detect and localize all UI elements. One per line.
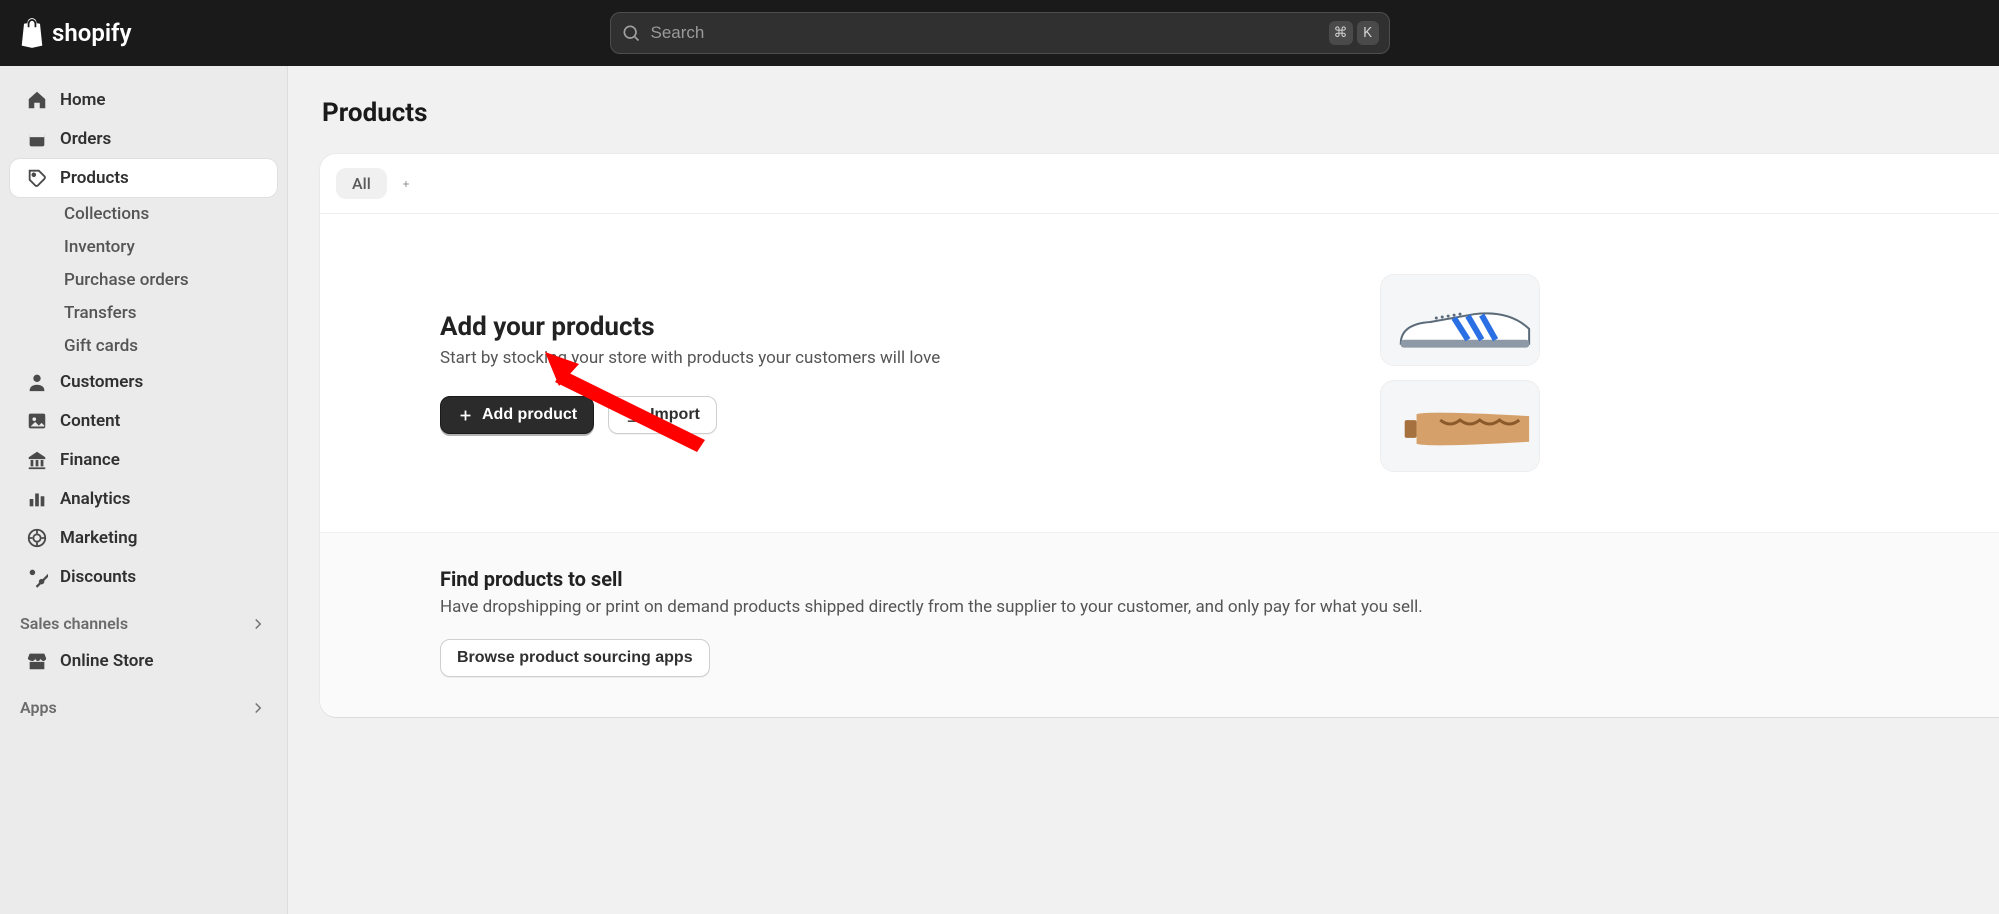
kbd-k: K — [1357, 21, 1379, 45]
sidebar-sub-transfers[interactable]: Transfers — [10, 297, 277, 329]
search-input[interactable] — [651, 23, 1319, 43]
button-label: Add product — [482, 406, 577, 424]
chevron-right-icon — [249, 699, 267, 717]
image-icon — [26, 410, 48, 432]
sidebar-section-apps[interactable]: Apps — [0, 690, 287, 725]
sneaker-icon — [1381, 274, 1539, 366]
sidebar-sub-giftcards[interactable]: Gift cards — [10, 330, 277, 362]
button-label: Import — [650, 406, 700, 424]
sidebar-item-label: Analytics — [60, 489, 130, 509]
brand-logo[interactable]: shopify — [18, 17, 132, 49]
plus-icon — [401, 175, 411, 193]
hero-buttons: Add product Import — [440, 396, 1340, 434]
sidebar-item-label: Orders — [60, 129, 111, 149]
app-body: Home Orders Products Collections Invento… — [0, 66, 1999, 914]
sidebar-sub-label: Purchase orders — [64, 270, 189, 290]
sidebar-item-discounts[interactable]: Discounts — [10, 558, 277, 596]
tube-icon — [1381, 380, 1539, 472]
empty-state-hero: Add your products Start by stocking your… — [320, 214, 1999, 532]
sidebar-section-channels[interactable]: Sales channels — [0, 606, 287, 641]
percent-icon — [26, 566, 48, 588]
sidebar-item-products[interactable]: Products — [10, 159, 277, 197]
store-icon — [26, 650, 48, 672]
button-label: Browse product sourcing apps — [457, 649, 693, 667]
bars-icon — [26, 488, 48, 510]
hero-title: Add your products — [440, 312, 1340, 342]
kbd-cmd: ⌘ — [1329, 21, 1353, 45]
illustration-tube — [1380, 380, 1540, 472]
sidebar-sub-label: Collections — [64, 204, 149, 224]
find-products-section: Find products to sell Have dropshipping … — [320, 532, 1999, 717]
sidebar-item-label: Customers — [60, 372, 143, 392]
sidebar-item-onlinestore[interactable]: Online Store — [10, 642, 277, 680]
sidebar-item-label: Marketing — [60, 528, 137, 548]
browse-apps-button[interactable]: Browse product sourcing apps — [440, 639, 710, 677]
chevron-right-icon — [249, 615, 267, 633]
sidebar-item-analytics[interactable]: Analytics — [10, 480, 277, 518]
import-button[interactable]: Import — [608, 396, 717, 434]
sidebar-item-label: Home — [60, 90, 106, 110]
hero-text: Add your products Start by stocking your… — [440, 312, 1340, 434]
search-bar[interactable]: ⌘ K — [610, 12, 1390, 54]
sidebar-item-label: Finance — [60, 450, 120, 470]
add-product-button[interactable]: Add product — [440, 396, 594, 434]
sidebar-item-content[interactable]: Content — [10, 402, 277, 440]
subhero-title: Find products to sell — [440, 567, 1939, 591]
products-card: All Add your products Start by stocking … — [320, 154, 1999, 717]
section-label: Apps — [20, 698, 57, 717]
sidebar-item-label: Online Store — [60, 651, 154, 671]
sidebar-sub-inventory[interactable]: Inventory — [10, 231, 277, 263]
sidebar-item-label: Content — [60, 411, 120, 431]
home-icon — [26, 89, 48, 111]
person-icon — [26, 371, 48, 393]
orders-icon — [26, 128, 48, 150]
sidebar-sub-collections[interactable]: Collections — [10, 198, 277, 230]
sidebar-item-home[interactable]: Home — [10, 81, 277, 119]
subhero-text: Have dropshipping or print on demand pro… — [440, 597, 1939, 617]
sidebar-item-marketing[interactable]: Marketing — [10, 519, 277, 557]
topbar: shopify ⌘ K — [0, 0, 1999, 66]
hero-illustrations — [1380, 274, 1540, 472]
search-shortcut: ⌘ K — [1329, 21, 1379, 45]
plus-icon — [457, 407, 474, 424]
illustration-sneaker — [1380, 274, 1540, 366]
sidebar-item-label: Discounts — [60, 567, 136, 587]
bank-icon — [26, 449, 48, 471]
sidebar-item-label: Products — [60, 168, 129, 188]
section-label: Sales channels — [20, 614, 128, 633]
sidebar-item-customers[interactable]: Customers — [10, 363, 277, 401]
sidebar-sub-label: Inventory — [64, 237, 135, 257]
tag-icon — [26, 167, 48, 189]
search-icon — [621, 23, 641, 43]
add-view-button[interactable] — [397, 175, 415, 193]
sidebar-sub-label: Transfers — [64, 303, 137, 323]
target-icon — [26, 527, 48, 549]
brand-text: shopify — [52, 19, 132, 47]
sidebar-item-finance[interactable]: Finance — [10, 441, 277, 479]
hero-subtitle: Start by stocking your store with produc… — [440, 348, 1340, 368]
tab-all[interactable]: All — [336, 168, 387, 199]
shopify-bag-icon — [18, 17, 46, 49]
sidebar-sub-label: Gift cards — [64, 336, 138, 356]
download-icon — [625, 407, 642, 424]
sidebar-sub-purchase[interactable]: Purchase orders — [10, 264, 277, 296]
sidebar: Home Orders Products Collections Invento… — [0, 66, 288, 914]
tab-bar: All — [320, 154, 1999, 214]
page-title: Products — [322, 98, 1999, 128]
main-content: Products All Add your products Start by … — [288, 66, 1999, 914]
sidebar-item-orders[interactable]: Orders — [10, 120, 277, 158]
